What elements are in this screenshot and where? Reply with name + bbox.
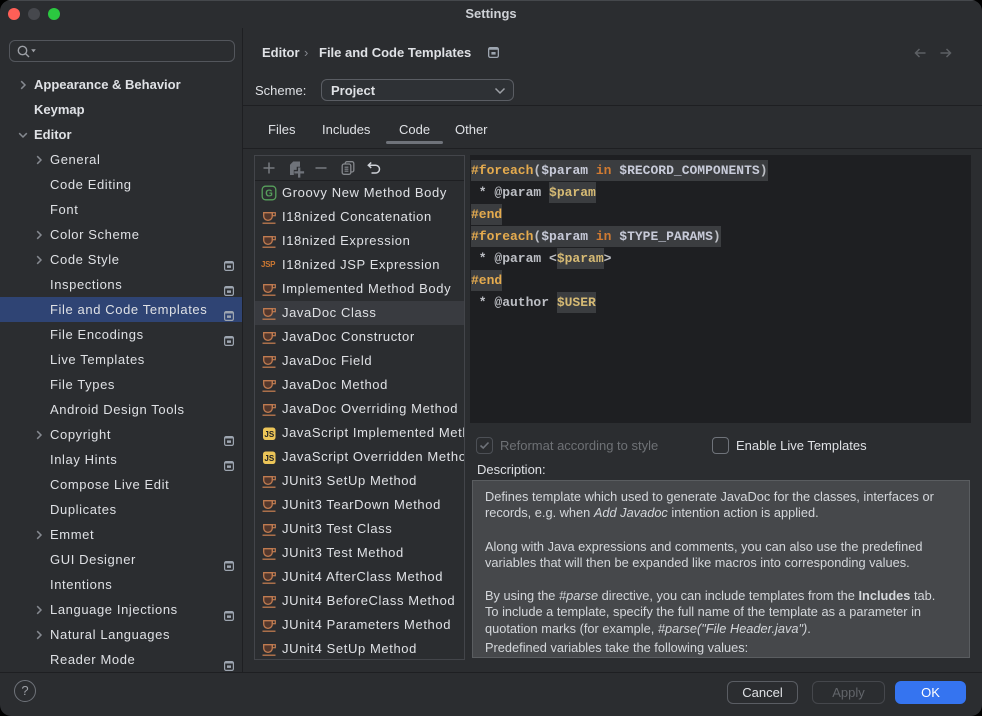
svg-text:JS: JS [264, 430, 274, 439]
svg-text:G: G [265, 189, 273, 200]
svg-text:JS: JS [264, 454, 274, 463]
